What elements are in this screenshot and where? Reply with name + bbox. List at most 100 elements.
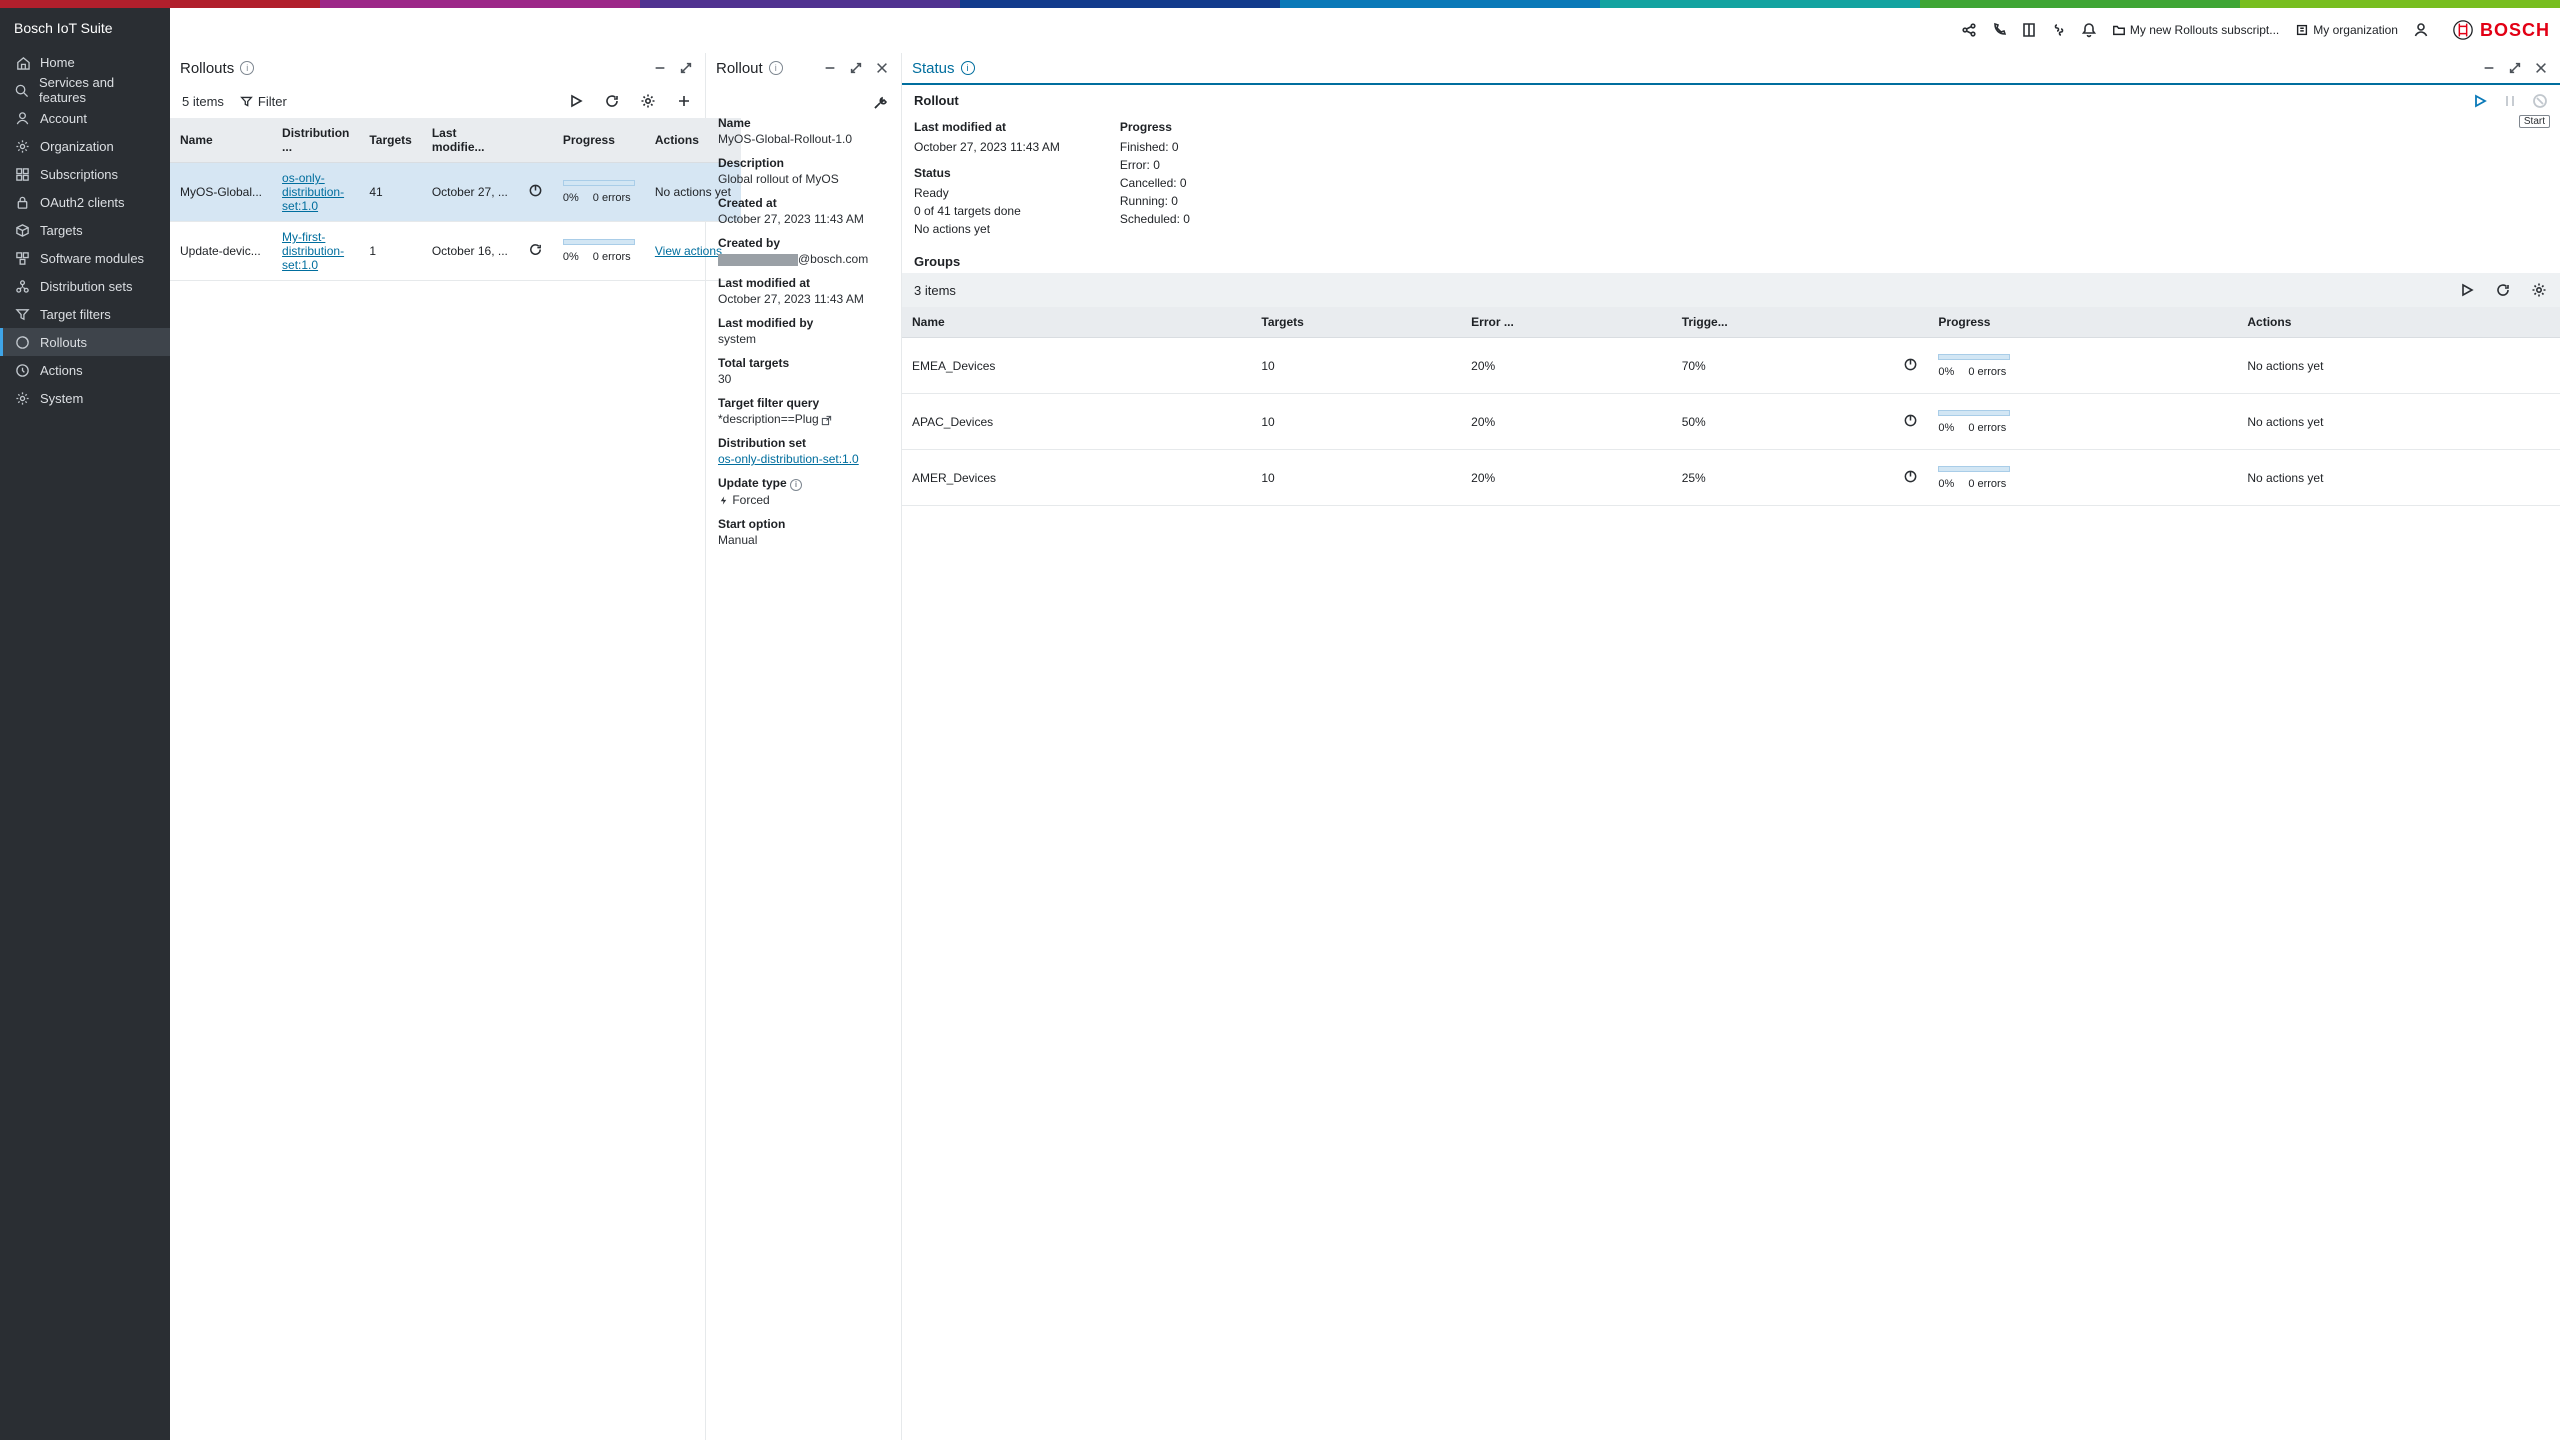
column-header[interactable]: Error ... [1461,307,1672,338]
cell-name: AMER_Devices [902,450,1251,506]
phone-icon[interactable] [1986,17,2012,43]
progress-errors: 0 errors [1968,366,2006,378]
play-icon[interactable] [2458,281,2476,299]
sidebar-item-label: Home [40,55,75,70]
progress-bar [563,180,635,186]
minimize-icon[interactable] [821,59,839,77]
pause-rollout-icon[interactable] [2502,93,2518,112]
close-icon[interactable] [873,59,891,77]
sidebar-item-oauth2-clients[interactable]: OAuth2 clients [0,188,170,216]
sidebar-item-software-modules[interactable]: Software modules [0,244,170,272]
rollout-createdby: @bosch.com [718,252,889,266]
column-header[interactable] [518,118,553,163]
play-icon[interactable] [567,92,585,110]
column-header[interactable]: Targets [1251,307,1461,338]
notifications-icon[interactable] [2076,17,2102,43]
cell-status [1893,450,1928,506]
sidebar-item-targets[interactable]: Targets [0,216,170,244]
column-header[interactable]: Distribution ... [272,118,359,163]
cell-progress: 0%0 errors [1928,338,2237,394]
sidebar-item-home[interactable]: Home [0,48,170,76]
rollout-description: Global rollout of MyOS [718,172,889,186]
home-icon [14,54,30,70]
dist-link[interactable]: os-only-distribution-set:1.0 [282,171,344,213]
info-icon[interactable]: i [240,61,254,75]
info-icon[interactable]: i [790,479,802,491]
column-header[interactable]: Trigge... [1672,307,1894,338]
column-header[interactable] [1893,307,1928,338]
top-header: My new Rollouts subscript... My organiza… [170,8,2560,53]
column-header[interactable]: Targets [359,118,421,163]
external-link-icon[interactable] [821,415,832,426]
groups-count: 3 items [914,283,956,298]
cell-name: EMEA_Devices [902,338,1251,394]
cell-actions: No actions yet [2237,338,2560,394]
sidebar-item-target-filters[interactable]: Target filters [0,300,170,328]
info-icon[interactable]: i [961,61,975,75]
legal-icon[interactable] [2046,17,2072,43]
profile-icon[interactable] [2408,17,2434,43]
rollout-dist-link[interactable]: os-only-distribution-set:1.0 [718,452,859,466]
modules-icon [14,250,30,266]
column-header[interactable]: Progress [1928,307,2237,338]
share-icon[interactable] [1956,17,1982,43]
status-panel-title: Status [912,60,955,77]
cell-targets: 10 [1251,338,1461,394]
expand-icon[interactable] [847,59,865,77]
add-icon[interactable] [675,92,693,110]
organization-selector[interactable]: My organization [2289,17,2404,43]
column-header[interactable]: Actions [2237,307,2560,338]
cell-trigger: 25% [1672,450,1894,506]
settings-icon[interactable] [2530,281,2548,299]
minimize-icon[interactable] [651,59,669,77]
column-header[interactable]: Name [170,118,272,163]
column-header[interactable]: Name [902,307,1251,338]
table-row[interactable]: APAC_Devices1020%50%0%0 errorsNo actions… [902,394,2560,450]
expand-icon[interactable] [2506,59,2524,77]
stop-rollout-icon[interactable] [2532,93,2548,112]
subscription-selector[interactable]: My new Rollouts subscript... [2106,17,2285,43]
minimize-icon[interactable] [2480,59,2498,77]
progress-pct: 0% [563,251,579,263]
close-icon[interactable] [2532,59,2550,77]
sidebar-item-rollouts[interactable]: Rollouts [0,328,170,356]
dist-link[interactable]: My-first-distribution-set:1.0 [282,230,344,272]
sidebar-item-services-and-features[interactable]: Services and features [0,76,170,104]
field-label: Name [718,116,889,130]
sidebar-item-account[interactable]: Account [0,104,170,132]
search-icon [14,82,29,98]
settings-icon[interactable] [639,92,657,110]
bosch-logo: BOSCH [2452,19,2550,41]
sidebar-item-subscriptions[interactable]: Subscriptions [0,160,170,188]
cell-error: 20% [1461,394,1672,450]
sidebar-item-organization[interactable]: Organization [0,132,170,160]
info-icon[interactable]: i [769,61,783,75]
subscription-label: My new Rollouts subscript... [2130,23,2279,37]
brand-color-strip [0,0,2560,8]
cell-error: 20% [1461,338,1672,394]
filter-button[interactable]: Filter [240,94,287,109]
docs-icon[interactable] [2016,17,2042,43]
refresh-icon[interactable] [603,92,621,110]
cell-trigger: 70% [1672,338,1894,394]
table-row[interactable]: Update-devic...My-first-distribution-set… [170,222,741,281]
refresh-icon[interactable] [2494,281,2512,299]
cell-dist: My-first-distribution-set:1.0 [272,222,359,281]
column-header[interactable]: Last modifie... [422,118,518,163]
table-row[interactable]: EMEA_Devices1020%70% 0%0 errorsNo actions… [902,338,2560,394]
start-rollout-icon[interactable] [2472,93,2488,112]
sidebar-item-system[interactable]: System [0,384,170,412]
table-row[interactable]: MyOS-Global...os-only-distribution-set:1… [170,163,741,222]
table-row[interactable]: AMER_Devices1020%25%0%0 errorsNo actions… [902,450,2560,506]
edit-icon[interactable] [871,94,889,112]
field-label: Created at [718,196,889,210]
expand-icon[interactable] [677,59,695,77]
column-header[interactable]: Progress [553,118,645,163]
field-label: Last modified at [718,276,889,290]
sidebar-item-distribution-sets[interactable]: Distribution sets [0,272,170,300]
cell-progress: 0%0 errors [1928,450,2237,506]
cell-targets: 41 [359,163,421,222]
field-label: Description [718,156,889,170]
status-lastmod: October 27, 2023 11:43 AM [914,138,1060,156]
sidebar-item-actions[interactable]: Actions [0,356,170,384]
